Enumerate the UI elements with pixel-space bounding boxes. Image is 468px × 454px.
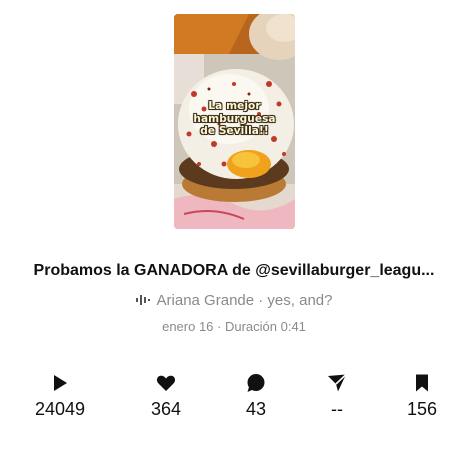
stat-comments-value: 43 [245, 399, 267, 419]
video-thumbnail[interactable]: La mejor hamburguesa de Sevilla!! [174, 14, 295, 229]
play-icon [54, 375, 67, 391]
stat-likes-value: 364 [150, 399, 182, 419]
post-title: Probamos la GANADORA de @sevillaburger_l… [33, 262, 435, 279]
share-icon [328, 373, 347, 392]
music-row[interactable]: Ariana Grande · yes, and? [0, 292, 468, 309]
stat-likes[interactable]: 364 [126, 373, 206, 420]
stat-saves-value: 156 [406, 399, 438, 419]
stat-shares-value: -- [331, 399, 343, 419]
stat-saves[interactable]: 156 [382, 373, 462, 420]
thumbnail-caption-text: La mejor hamburguesa de Sevilla!! [193, 100, 276, 137]
audio-waveform-icon [135, 295, 150, 305]
stat-plays[interactable]: 24049 [20, 373, 100, 420]
heart-icon [156, 375, 176, 391]
date-duration: enero 16 · Duración 0:41 [162, 319, 306, 334]
music-label: Ariana Grande · yes, and? [156, 292, 333, 309]
thumbnail-caption: La mejor hamburguesa de Sevilla!! [174, 100, 295, 138]
bookmark-icon [416, 374, 428, 392]
stat-plays-value: 24049 [34, 399, 86, 419]
comment-icon [247, 374, 265, 392]
stats-row: 24049 364 43 -- 156 [0, 373, 468, 433]
stat-comments[interactable]: 43 [216, 373, 296, 420]
stat-shares[interactable]: -- [297, 373, 377, 420]
